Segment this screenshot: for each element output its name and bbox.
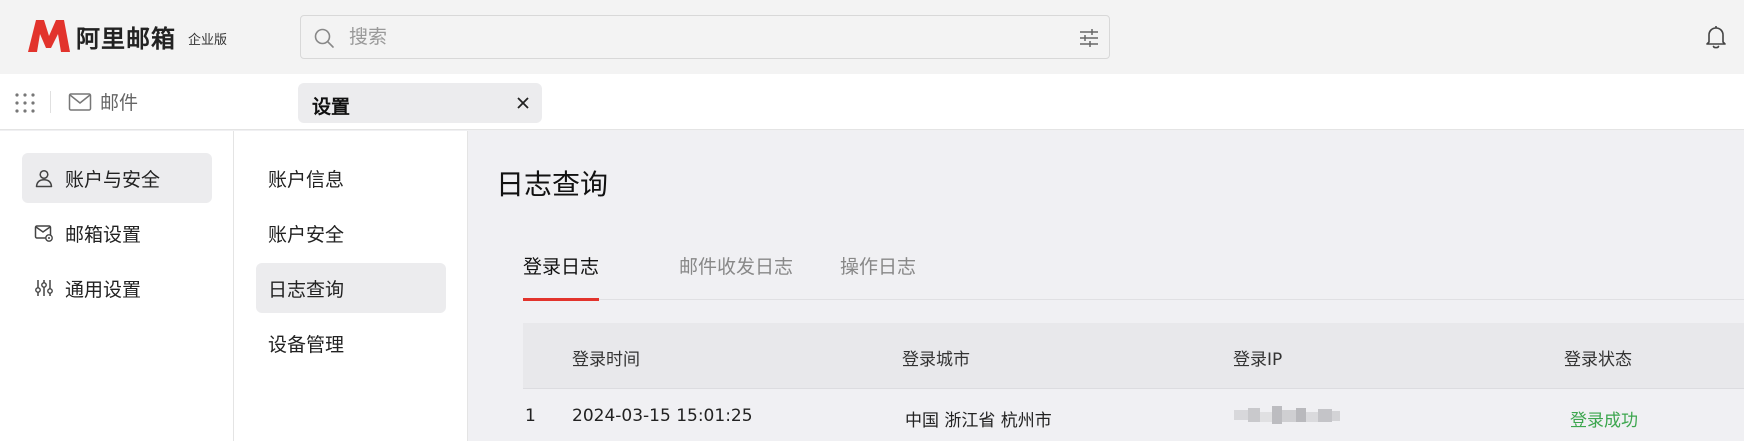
top-header: 阿里邮箱 企业版 [0,0,1744,74]
row-login-ip-redacted [1234,406,1340,424]
column-header-city: 登录城市 [902,350,970,370]
sliders-icon [35,280,53,296]
subnav-item-label: 日志查询 [268,278,345,301]
settings-tab-label: 设置 [312,96,351,118]
subnav-item-log-query[interactable]: 日志查询 [256,263,446,313]
column-header-ip: 登录IP [1233,350,1283,370]
tab-bar: 邮件 设置 [0,74,1744,130]
mail-tab-label: 邮件 [100,92,139,114]
main-content: 日志查询 登录日志 邮件收发日志 操作日志 登录时间 登录城市 登录IP 登录状… [468,131,1744,441]
mailbox-settings-icon [34,225,53,242]
sidebar-item-mailbox-settings[interactable]: 邮箱设置 [22,208,212,258]
logo-name: 阿里邮箱 [76,24,176,53]
subnav-item-device-management[interactable]: 设备管理 [256,318,446,368]
row-login-time: 2024-03-15 15:01:25 [572,406,753,426]
table-row: 1 2024-03-15 15:01:25 中国 浙江省 杭州市 登录成功 [523,388,1744,441]
sidebar-item-general-settings[interactable]: 通用设置 [22,263,212,313]
tab-mail-log[interactable]: 邮件收发日志 [679,255,793,300]
row-login-status: 登录成功 [1570,411,1638,431]
subnav-item-label: 账户安全 [268,223,345,246]
search-bar[interactable] [300,15,1110,59]
apps-grid-icon[interactable] [14,92,36,114]
subnav-item-account-info[interactable]: 账户信息 [256,153,446,203]
mail-icon [68,92,92,111]
app-logo[interactable]: 阿里邮箱 企业版 [26,18,227,54]
column-header-time: 登录时间 [572,350,640,370]
sidebar-item-label: 通用设置 [65,278,142,301]
mail-tab[interactable]: 邮件 [68,88,138,115]
search-input[interactable] [349,24,1049,50]
tab-login-log[interactable]: 登录日志 [523,255,600,301]
table-header: 登录时间 登录城市 登录IP 登录状态 [523,323,1744,388]
row-login-city: 中国 浙江省 杭州市 [905,411,1052,431]
settings-subnav: 账户信息 账户安全 日志查询 设备管理 [234,131,468,441]
tab-settings[interactable]: 设置 [298,83,542,123]
row-index: 1 [525,406,536,426]
logo-edition: 企业版 [188,32,228,48]
settings-sidebar: 账户与安全 邮箱设置 通用设置 [0,131,234,441]
sidebar-item-label: 账户与安全 [65,168,161,191]
tab-operation-log[interactable]: 操作日志 [840,255,916,300]
log-tabs: 登录日志 邮件收发日志 操作日志 [523,255,1744,301]
sidebar-item-label: 邮箱设置 [65,223,142,246]
tabbar-divider [50,91,51,113]
subnav-item-account-security[interactable]: 账户安全 [256,208,446,258]
subnav-item-label: 账户信息 [268,168,345,191]
close-icon[interactable] [514,94,532,112]
subnav-item-label: 设备管理 [268,333,345,356]
bell-icon[interactable] [1704,24,1728,50]
login-log-table: 登录时间 登录城市 登录IP 登录状态 1 2024-03-15 15:01:2… [523,323,1744,441]
logo-m-icon [28,20,70,52]
user-icon [35,169,53,188]
filter-settings-icon[interactable] [1077,26,1101,50]
column-header-status: 登录状态 [1564,350,1632,370]
search-icon [314,28,334,48]
page-title: 日志查询 [496,168,609,201]
sidebar-item-account-security[interactable]: 账户与安全 [22,153,212,203]
